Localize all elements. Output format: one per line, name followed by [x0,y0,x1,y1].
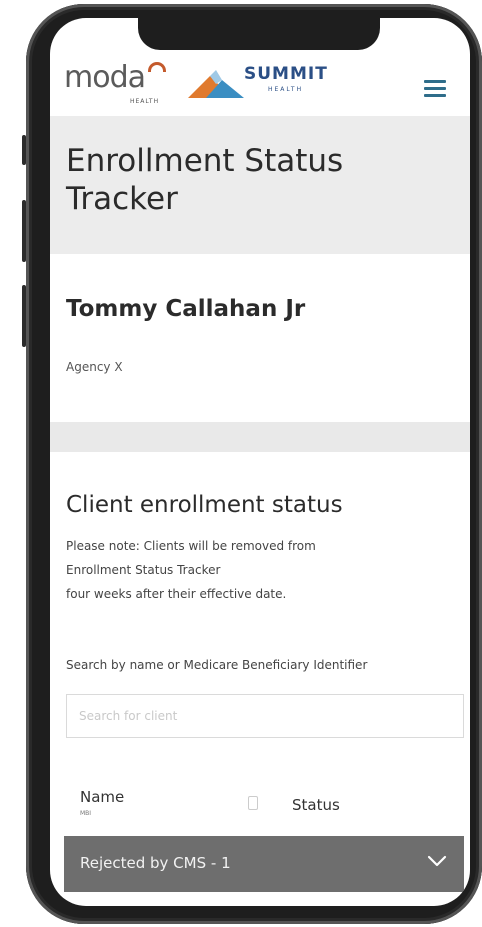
phone-volume-down [22,285,26,347]
agency-name: Agency X [66,360,123,374]
summit-logo-subtext: HEALTH [268,86,304,93]
sort-icon[interactable] [248,796,258,810]
phone-mute-switch [22,135,26,165]
column-header-status[interactable]: Status [292,796,340,814]
note-line: Please note: Clients will be removed fro… [66,539,316,553]
hamburger-menu-icon[interactable] [424,80,446,98]
menu-line [424,87,446,90]
moda-logo-text: moda [64,60,146,95]
section-title: Client enrollment status [66,492,343,518]
moda-health-logo[interactable]: moda HEALTH [64,60,174,110]
site-header: moda HEALTH SUMMIT HEALTH [50,46,470,116]
status-group-label: Rejected by CMS - 1 [80,854,231,872]
column-header-mbi: MBI [80,810,92,817]
page-title: Enrollment Status Tracker [66,143,344,217]
chevron-down-icon [427,855,447,867]
page-title-band: Enrollment Status Tracker [50,116,470,254]
client-search-input[interactable] [66,694,464,738]
phone-screen: moda HEALTH SUMMIT HEALTH Enrollment Sta… [50,18,470,906]
column-header-name[interactable]: Name [80,788,124,806]
section-divider [50,422,470,452]
phone-volume-up [22,200,26,262]
menu-line [424,94,446,97]
user-name: Tommy Callahan Jr [66,296,306,322]
moda-logo-subtext: HEALTH [130,98,160,105]
summit-logo-text: SUMMIT [244,64,328,84]
note-line: Enrollment Status Tracker [66,563,221,577]
status-group-rejected[interactable]: Rejected by CMS - 1 [64,836,464,892]
note-line: four weeks after their effective date. [66,587,287,601]
summit-mountain-icon [188,70,244,98]
moda-logo-arc [148,62,166,72]
phone-notch [138,18,380,50]
menu-line [424,80,446,83]
summit-health-logo[interactable]: SUMMIT HEALTH [188,64,338,104]
search-label: Search by name or Medicare Beneficiary I… [66,658,368,672]
removal-note: Please note: Clients will be removed fro… [66,534,426,606]
